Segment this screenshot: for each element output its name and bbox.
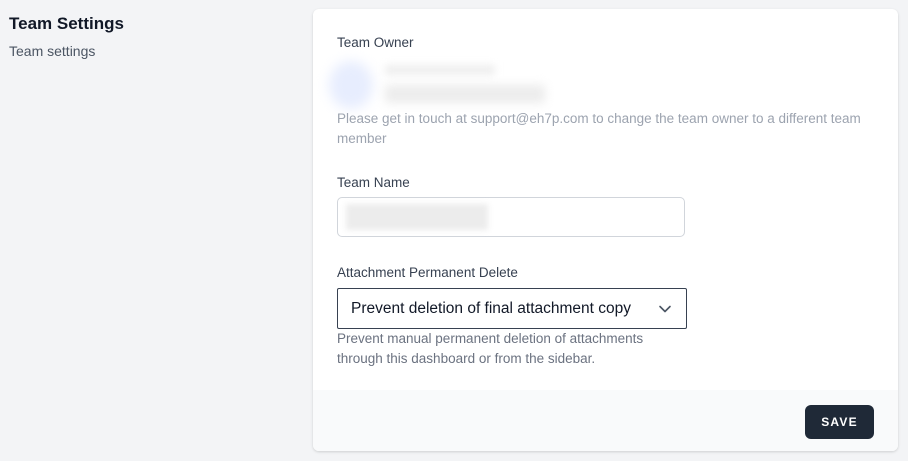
page-subtitle: Team settings <box>9 43 96 59</box>
attachment-delete-selected: Prevent deletion of final attachment cop… <box>351 300 632 317</box>
team-name-input[interactable] <box>337 197 685 237</box>
card-footer: SAVE <box>313 390 898 451</box>
save-button[interactable]: SAVE <box>805 405 874 439</box>
team-name-redacted <box>346 204 488 230</box>
attachment-delete-help: Prevent manual permanent deletion of att… <box>337 331 644 366</box>
page-title: Team Settings <box>9 14 124 33</box>
team-owner-help: Please get in touch at support@eh7p.com … <box>337 111 861 146</box>
attachment-delete-label: Attachment Permanent Delete <box>337 265 518 280</box>
team-owner-label: Team Owner <box>337 35 414 50</box>
attachment-delete-select[interactable]: Prevent deletion of final attachment cop… <box>337 288 687 329</box>
owner-email-redacted <box>385 85 545 103</box>
chevron-down-icon <box>659 305 671 313</box>
owner-avatar <box>329 61 373 109</box>
page-header: Team Settings Team settings <box>9 12 289 60</box>
settings-card: Team Owner Please get in touch at suppor… <box>313 9 898 451</box>
owner-name-redacted <box>385 65 495 75</box>
team-owner-redacted <box>327 59 567 111</box>
team-name-label: Team Name <box>337 175 410 190</box>
